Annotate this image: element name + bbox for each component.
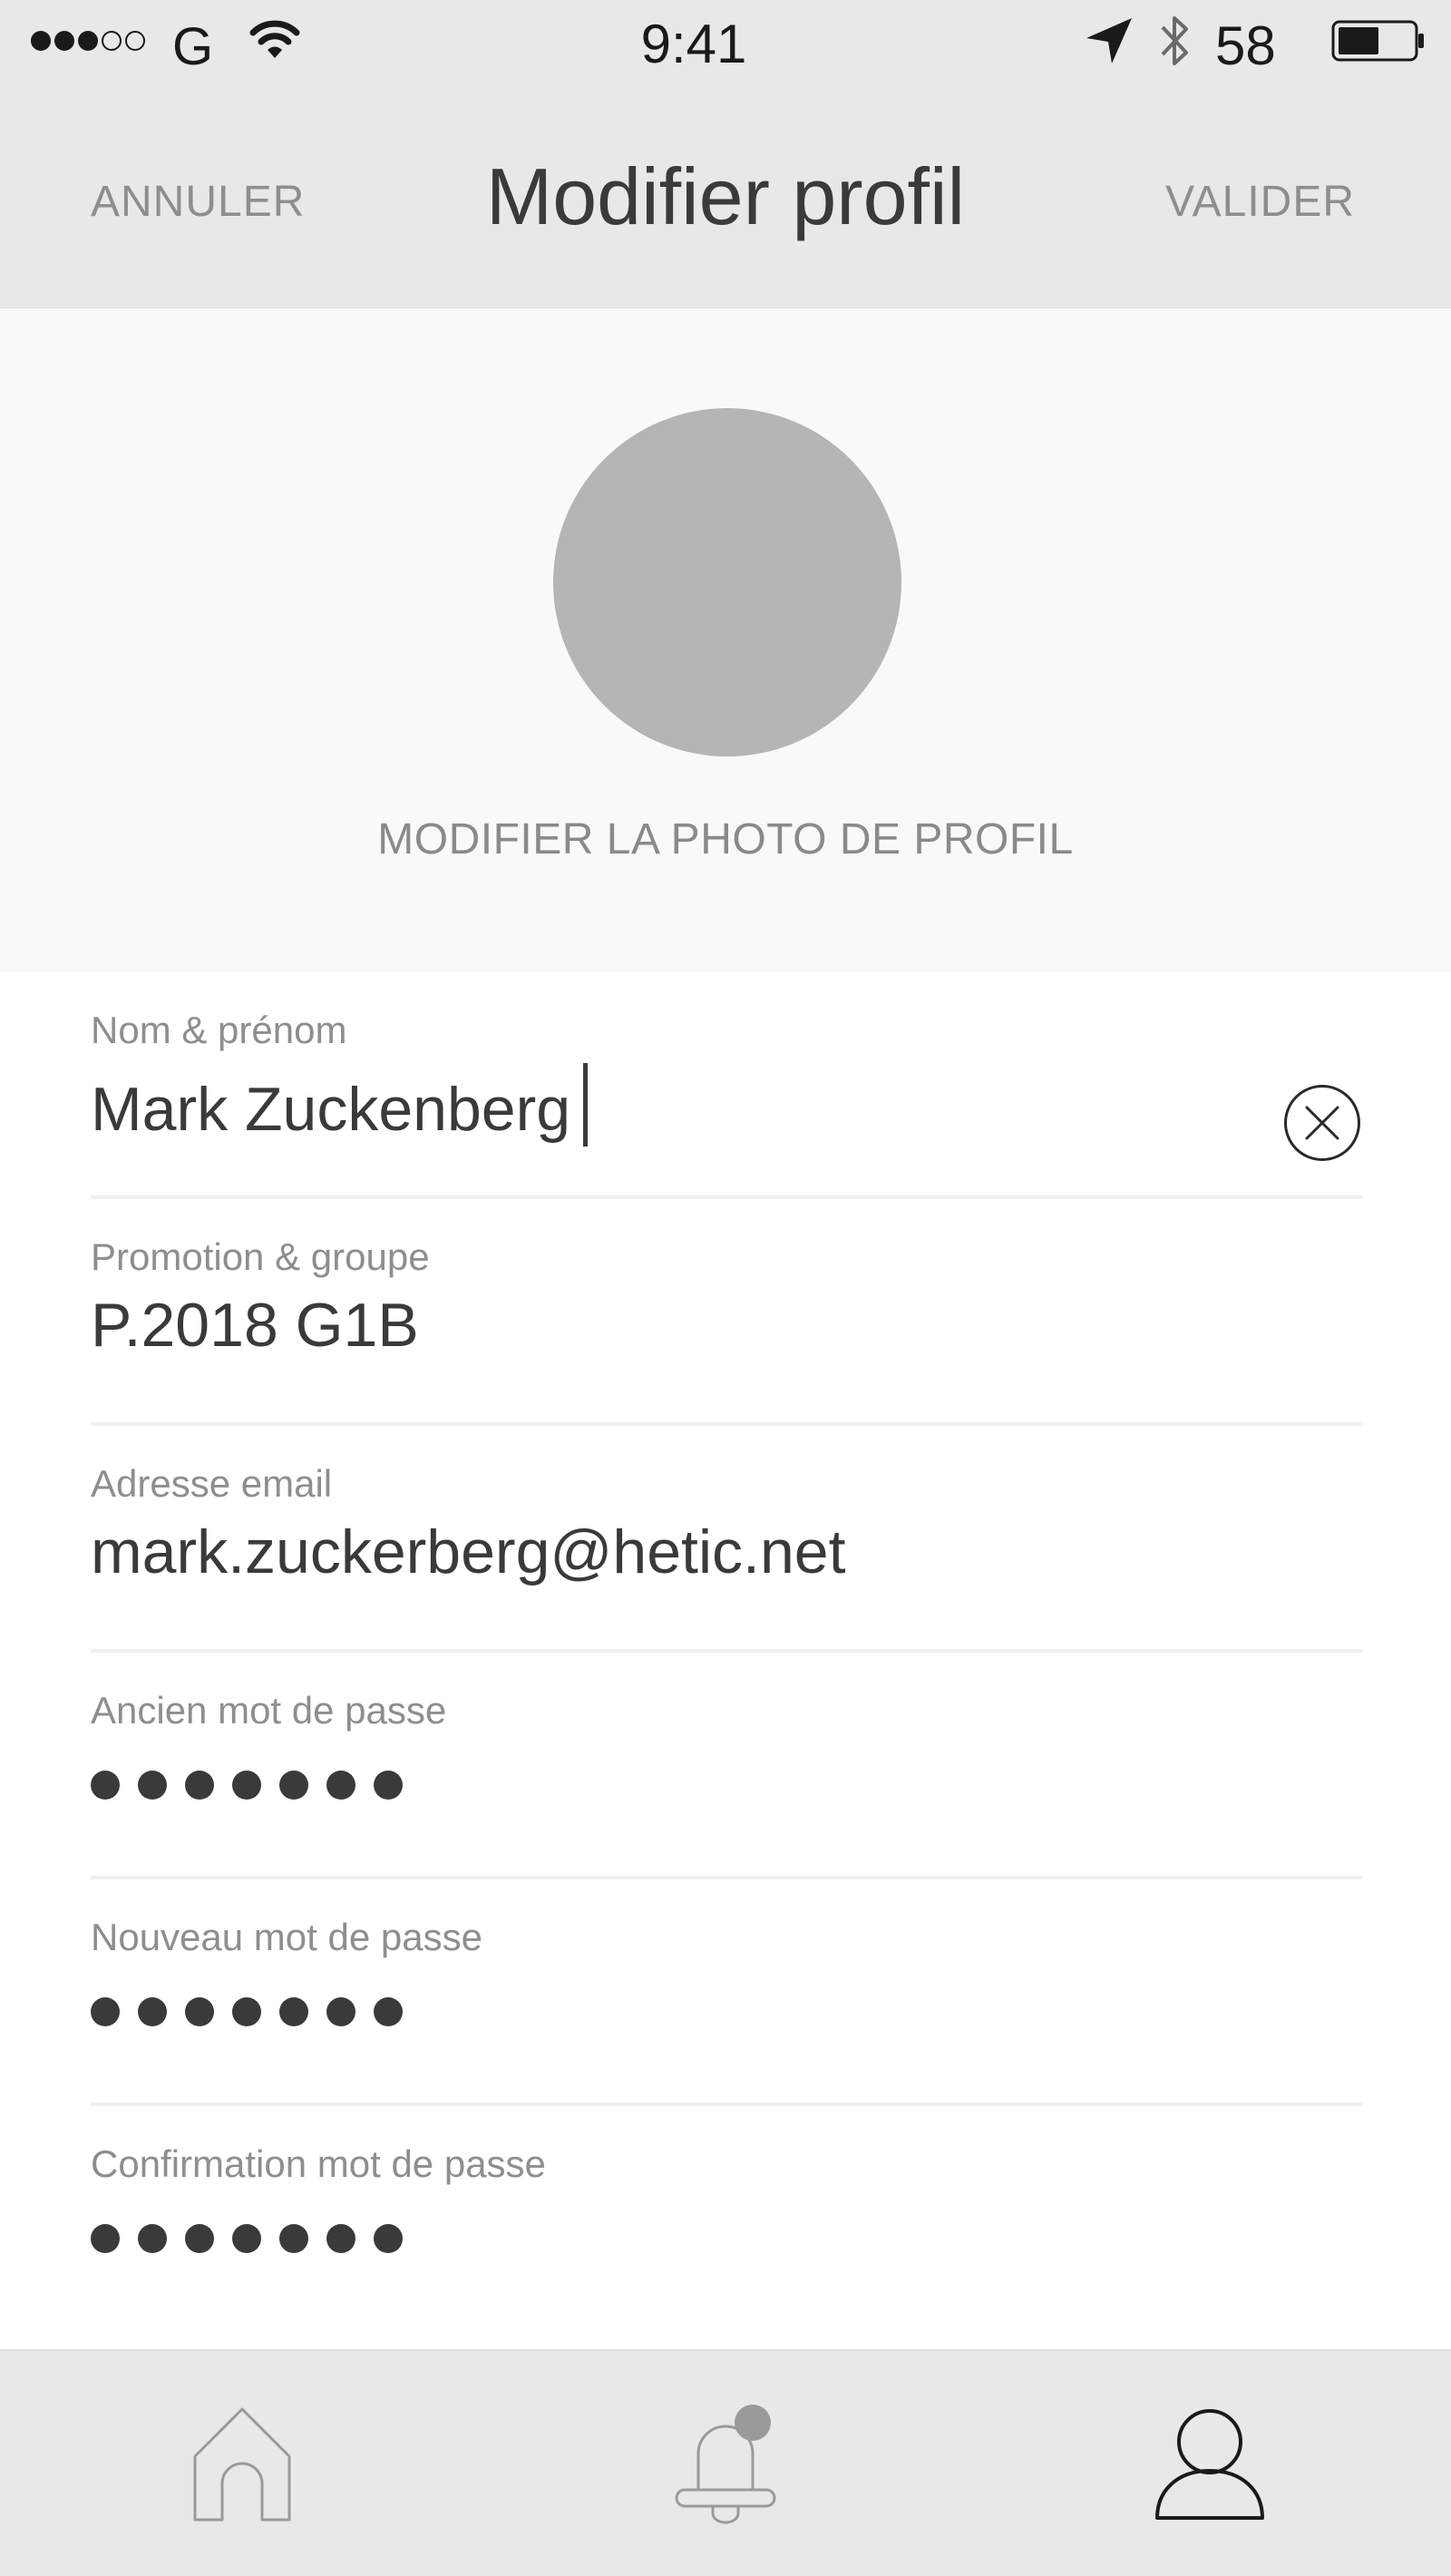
new-password-field[interactable]: Nouveau mot de passe: [91, 1879, 1362, 2106]
name-input-value: Mark Zuckenberg: [91, 1075, 571, 1144]
new-password-input[interactable]: [91, 1997, 421, 2026]
password-mask-dot: [279, 1997, 308, 2026]
email-field-label: Adresse email: [91, 1462, 333, 1505]
name-input[interactable]: Mark Zuckenberg: [91, 1063, 589, 1147]
password-mask-dot: [326, 1997, 355, 2026]
password-mask-dot: [232, 2224, 261, 2253]
confirm-password-input[interactable]: [91, 2224, 421, 2253]
notification-badge: [734, 2405, 771, 2441]
navigation-bar: ANNULER Modifier profil VALIDER: [0, 91, 1451, 308]
confirm-password-field-label: Confirmation mot de passe: [91, 2142, 546, 2185]
edit-profile-screen: G 9:41 58 ANNULER Modifier profil VALIDE…: [0, 0, 1451, 2576]
user-icon: [1154, 2409, 1264, 2520]
email-field[interactable]: Adresse email mark.zuckerberg@hetic.net: [91, 1426, 1362, 1653]
change-photo-button[interactable]: MODIFIER LA PHOTO DE PROFIL: [0, 815, 1451, 864]
password-mask-dot: [374, 2224, 403, 2253]
profile-photo-section: MODIFIER LA PHOTO DE PROFIL: [0, 308, 1451, 972]
password-mask-dot: [91, 1771, 120, 1800]
confirm-password-field[interactable]: Confirmation mot de passe: [91, 2106, 1362, 2333]
password-mask-dot: [138, 2224, 167, 2253]
text-cursor: [583, 1063, 589, 1147]
password-mask-dot: [232, 1771, 261, 1800]
old-password-field-label: Ancien mot de passe: [91, 1689, 447, 1732]
password-mask-dot: [232, 1997, 261, 2026]
tab-notifications[interactable]: [483, 2351, 967, 2576]
old-password-input[interactable]: [91, 1771, 421, 1800]
bluetooth-icon: [1161, 16, 1188, 65]
old-password-field[interactable]: Ancien mot de passe: [91, 1653, 1362, 1879]
battery-icon: [1331, 20, 1424, 62]
close-icon: [1305, 1106, 1339, 1140]
password-mask-dot: [91, 2224, 120, 2253]
email-input[interactable]: mark.zuckerberg@hetic.net: [91, 1517, 845, 1587]
home-icon: [193, 2407, 290, 2522]
battery-percent: 58: [1215, 15, 1276, 76]
password-mask-dot: [185, 1997, 214, 2026]
name-field-label: Nom & prénom: [91, 1009, 347, 1051]
password-mask-dot: [91, 1997, 120, 2026]
promotion-input[interactable]: P.2018 G1B: [91, 1290, 419, 1361]
password-mask-dot: [279, 2224, 308, 2253]
password-mask-dot: [326, 1771, 355, 1800]
password-mask-dot: [138, 1771, 167, 1800]
validate-button[interactable]: VALIDER: [1165, 177, 1355, 227]
tab-bar: [0, 2349, 1451, 2576]
status-bar: G 9:41 58: [0, 0, 1451, 91]
clear-name-button[interactable]: [1284, 1085, 1360, 1161]
tab-home[interactable]: [0, 2351, 483, 2576]
password-mask-dot: [279, 1771, 308, 1800]
bell-icon: [675, 2405, 775, 2524]
tab-profile[interactable]: [968, 2351, 1451, 2576]
avatar[interactable]: [553, 408, 901, 756]
password-mask-dot: [374, 1997, 403, 2026]
promotion-field[interactable]: Promotion & groupe P.2018 G1B: [91, 1199, 1362, 1426]
new-password-field-label: Nouveau mot de passe: [91, 1916, 482, 1958]
name-field[interactable]: Nom & prénom Mark Zuckenberg: [91, 972, 1362, 1199]
password-mask-dot: [185, 2224, 214, 2253]
location-arrow-icon: [1086, 18, 1132, 63]
password-mask-dot: [326, 2224, 355, 2253]
promotion-field-label: Promotion & groupe: [91, 1235, 430, 1278]
password-mask-dot: [374, 1771, 403, 1800]
password-mask-dot: [138, 1997, 167, 2026]
password-mask-dot: [185, 1771, 214, 1800]
